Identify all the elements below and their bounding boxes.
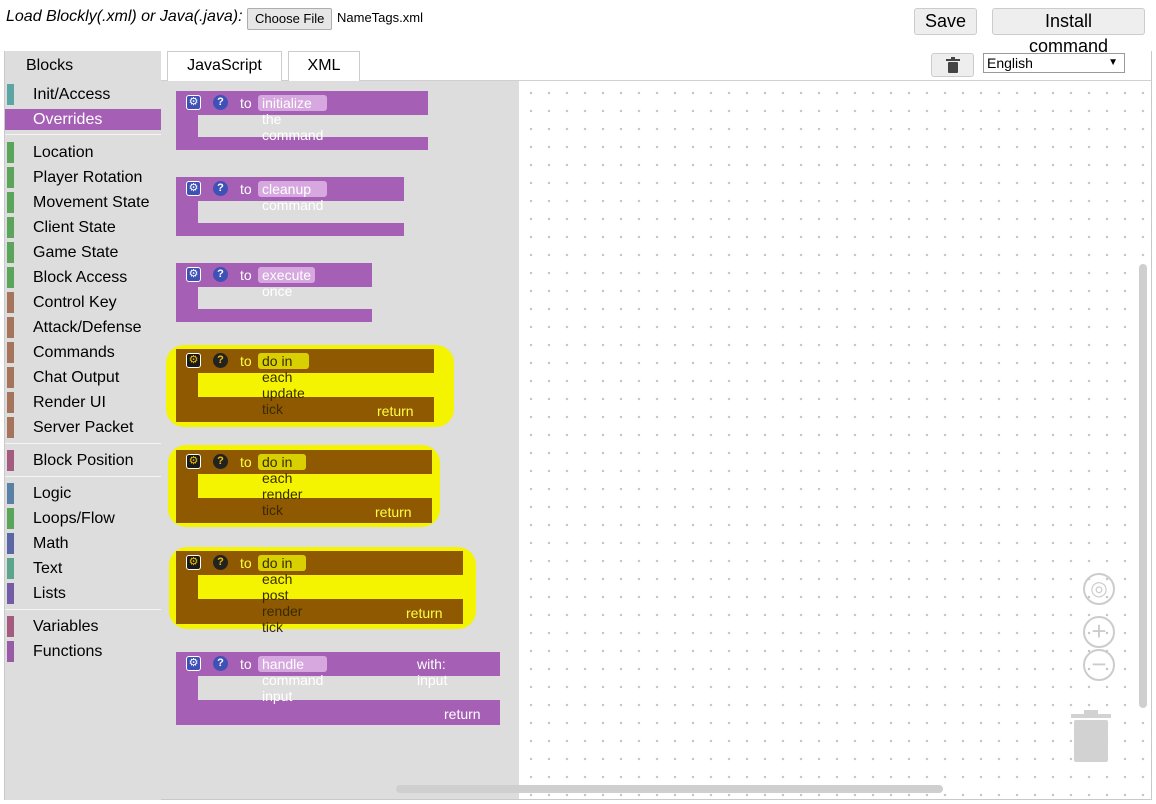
help-icon[interactable]: ? <box>213 267 228 282</box>
blocks-canvas <box>176 91 500 725</box>
help-icon[interactable]: ? <box>213 95 228 110</box>
block-name-field[interactable]: cleanup command <box>258 181 328 213</box>
block-to-label: to <box>240 454 252 470</box>
help-icon[interactable]: ? <box>213 181 228 196</box>
block-name-field[interactable]: do in each update tick <box>258 353 309 417</box>
block-to-label: to <box>240 555 252 571</box>
recenter-icon[interactable]: ◎ <box>1083 573 1115 605</box>
block-return-label: return <box>377 403 414 419</box>
zoom-in-icon[interactable]: + <box>1083 616 1115 648</box>
horizontal-scrollbar[interactable] <box>396 785 943 793</box>
block-return-label: return <box>406 605 443 621</box>
block-param-label: with: input <box>417 656 448 688</box>
gear-icon[interactable]: ⚙ <box>186 353 201 368</box>
block-return-label: return <box>444 706 481 722</box>
help-icon[interactable]: ? <box>213 454 228 469</box>
block-to-label: to <box>240 95 252 111</box>
gear-icon[interactable]: ⚙ <box>186 181 201 196</box>
gear-icon[interactable]: ⚙ <box>186 454 201 469</box>
block-name-field[interactable]: handle command input <box>258 656 328 704</box>
zoom-out-icon[interactable]: − <box>1083 649 1115 681</box>
gear-icon[interactable]: ⚙ <box>186 656 201 671</box>
block-name-field[interactable]: do in each post render tick <box>258 555 307 635</box>
help-icon[interactable]: ? <box>213 555 228 570</box>
gear-icon[interactable]: ⚙ <box>186 555 201 570</box>
block-name-field[interactable]: initialize the command <box>258 95 328 143</box>
block-to-label: to <box>240 656 252 672</box>
block-name-field[interactable]: do in each render tick <box>258 454 307 518</box>
vertical-scrollbar[interactable] <box>1139 264 1147 708</box>
block-to-label: to <box>240 181 252 197</box>
block-to-label: to <box>240 353 252 369</box>
block-name-field[interactable]: execute once <box>258 267 316 299</box>
gear-icon[interactable]: ⚙ <box>186 95 201 110</box>
workspace-trash-icon[interactable] <box>1070 708 1112 764</box>
gear-icon[interactable]: ⚙ <box>186 267 201 282</box>
help-icon[interactable]: ? <box>213 353 228 368</box>
block-return-label: return <box>375 504 412 520</box>
help-icon[interactable]: ? <box>213 656 228 671</box>
block-to-label: to <box>240 267 252 283</box>
